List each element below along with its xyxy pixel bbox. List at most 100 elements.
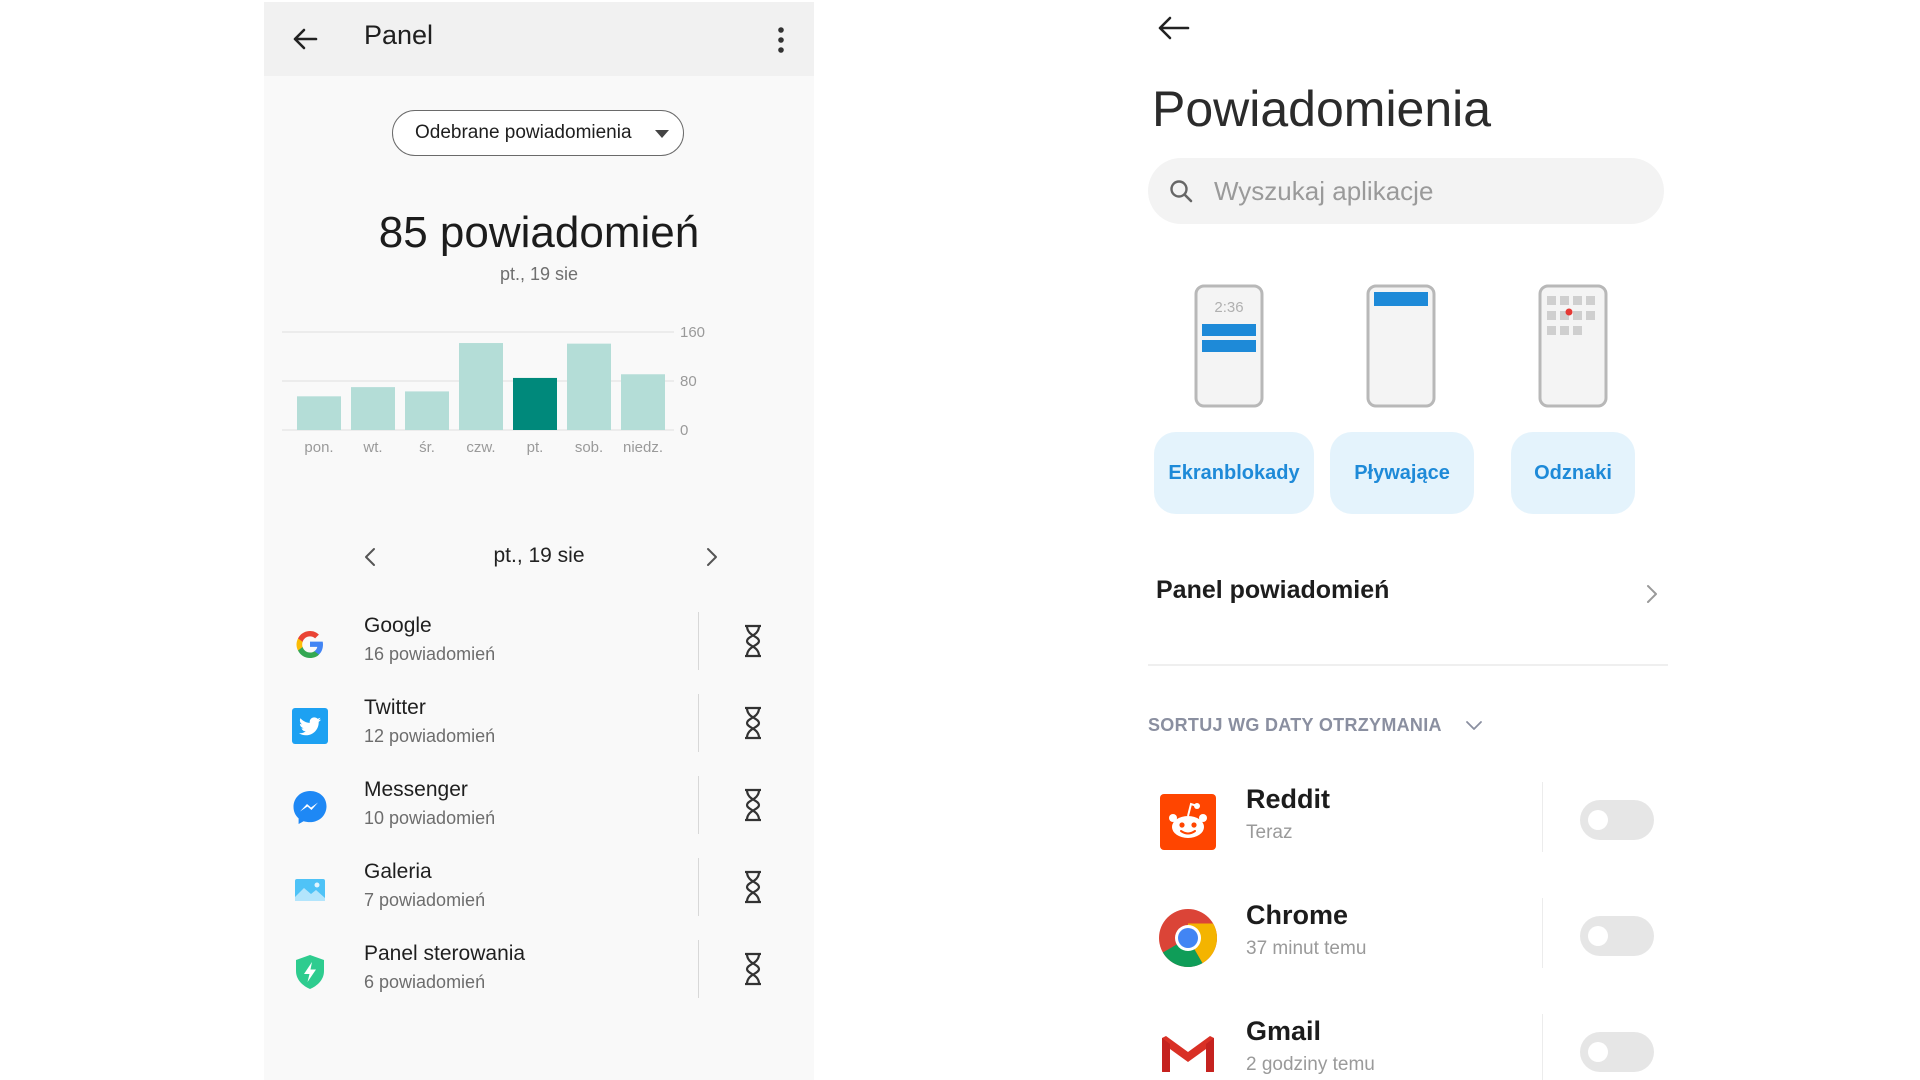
badges-preview-icon[interactable] xyxy=(1538,284,1608,408)
app-notification-count: 7 powiadomień xyxy=(364,890,486,910)
row-divider xyxy=(698,694,699,752)
app-last-notification-time: Teraz xyxy=(1246,822,1293,843)
security-shield-icon xyxy=(296,955,324,989)
app-name: Gmail xyxy=(1246,1016,1322,1046)
chart-x-tick-label: pt. xyxy=(527,439,544,456)
app-name: Chrome xyxy=(1246,900,1349,930)
app-row-panel-sterowania[interactable]: Panel sterowania 6 powiadomień xyxy=(264,924,814,1024)
caret-down-icon xyxy=(655,130,669,138)
app-notification-count: 6 powiadomień xyxy=(364,972,486,992)
hourglass-icon[interactable] xyxy=(740,868,766,906)
reddit-notifications-toggle[interactable] xyxy=(1580,800,1654,840)
row-divider xyxy=(1542,898,1543,968)
app-last-notification-time: 2 godziny temu xyxy=(1246,1054,1375,1075)
toggle-knob xyxy=(1588,810,1608,830)
app-row-chrome[interactable]: Chrome 37 minut temu xyxy=(1148,888,1668,988)
weekly-notifications-chart: 160 80 0 pon. wt. śr. czw. pt. sob. niedz. xyxy=(282,324,705,456)
chart-x-tick-label: wt. xyxy=(362,439,382,456)
page-title: Panel xyxy=(364,20,434,50)
summary-date: pt., 19 sie xyxy=(499,264,579,284)
more-options-icon[interactable] xyxy=(766,20,796,60)
page-title: Powiadomienia xyxy=(1152,81,1492,137)
previous-day-chevron-icon[interactable] xyxy=(356,542,386,572)
app-name: Reddit xyxy=(1246,784,1330,814)
hourglass-icon[interactable] xyxy=(740,704,766,742)
back-arrow-icon[interactable] xyxy=(1152,8,1196,48)
chevron-right-icon xyxy=(1647,585,1657,603)
hourglass-icon[interactable] xyxy=(740,786,766,824)
notifications-settings-screen: Powiadomienia 2:36 xyxy=(1130,0,1690,1080)
app-row-reddit[interactable]: Reddit Teraz xyxy=(1148,772,1668,872)
selected-day-label: pt., 19 sie xyxy=(493,544,585,567)
chart-bar-1[interactable] xyxy=(351,387,395,430)
hourglass-icon[interactable] xyxy=(740,622,766,660)
reddit-icon xyxy=(1160,794,1216,850)
dropdown-selected-value: Odebrane powiadomienia xyxy=(415,122,632,143)
app-name: Twitter xyxy=(364,696,426,719)
lock-screen-style-label-line: blokady xyxy=(1224,462,1300,484)
search-icon xyxy=(1170,180,1193,203)
chart-x-tick-label: śr. xyxy=(419,439,435,456)
floating-style-button[interactable]: Pływające xyxy=(1330,432,1474,514)
back-arrow-icon[interactable] xyxy=(286,20,324,58)
chart-y-tick-label: 0 xyxy=(680,422,688,439)
floating-preview-icon[interactable] xyxy=(1366,284,1436,408)
lock-screen-preview-time: 2:36 xyxy=(1214,299,1243,316)
chart-y-tick-label: 160 xyxy=(680,324,705,341)
app-row-gmail[interactable]: Gmail 2 godziny temu xyxy=(1148,1004,1668,1080)
row-divider xyxy=(1542,1014,1543,1080)
lock-screen-style-label-line: Ekran xyxy=(1168,462,1224,484)
chart-x-tick-label: sob. xyxy=(575,439,603,456)
chart-x-tick-label: niedz. xyxy=(623,439,663,456)
sort-label: SORTUJ WG DATY OTRZYMANIA xyxy=(1148,715,1442,735)
chevron-down-icon xyxy=(1466,721,1482,730)
chart-y-tick-label: 80 xyxy=(680,373,697,390)
sort-selector[interactable]: SORTUJ WG DATY OTRZYMANIA xyxy=(1148,712,1548,742)
notification-type-dropdown[interactable]: Odebrane powiadomienia xyxy=(392,110,684,156)
hourglass-icon[interactable] xyxy=(740,950,766,988)
chart-x-tick-label: czw. xyxy=(466,439,495,456)
google-icon xyxy=(296,631,323,658)
row-divider xyxy=(698,940,699,998)
chart-bar-4[interactable] xyxy=(513,377,557,430)
row-divider xyxy=(1542,782,1543,852)
app-bar: Panel xyxy=(264,2,814,76)
app-notification-count: 12 powiadomień xyxy=(364,726,496,746)
search-input[interactable] xyxy=(1214,173,1634,209)
badges-style-button[interactable]: Odznaki xyxy=(1511,432,1635,514)
row-divider xyxy=(698,776,699,834)
app-notification-count: 10 powiadomień xyxy=(364,808,496,828)
notification-panel-row[interactable]: Panel powiadomień xyxy=(1148,560,1668,630)
gmail-notifications-toggle[interactable] xyxy=(1580,1032,1654,1072)
app-last-notification-time: 37 minut temu xyxy=(1246,938,1367,959)
app-name: Messenger xyxy=(364,778,468,801)
screenshot-stage: Panel Odebrane powiadomienia 85 powiadom… xyxy=(0,0,1920,1080)
chart-bar-3[interactable] xyxy=(459,343,503,430)
section-divider xyxy=(1148,664,1668,666)
row-divider xyxy=(698,612,699,670)
gallery-icon xyxy=(295,879,325,901)
gmail-icon xyxy=(1162,1036,1214,1074)
row-divider xyxy=(698,858,699,916)
app-name: Galeria xyxy=(364,860,432,883)
toggle-knob xyxy=(1588,926,1608,946)
app-name: Google xyxy=(364,614,432,637)
lock-screen-style-button[interactable]: Ekran blokady xyxy=(1154,432,1314,514)
app-notification-count: 16 powiadomień xyxy=(364,644,496,664)
chrome-icon xyxy=(1159,909,1217,967)
lock-screen-preview-icon[interactable]: 2:36 xyxy=(1194,284,1264,408)
next-day-chevron-icon[interactable] xyxy=(696,542,726,572)
chart-bar-2[interactable] xyxy=(405,391,449,430)
app-name: Panel sterowania xyxy=(364,942,526,965)
chart-bar-0[interactable] xyxy=(297,396,341,430)
chart-x-tick-label: pon. xyxy=(304,439,333,456)
chart-bar-5[interactable] xyxy=(567,343,611,430)
twitter-icon xyxy=(292,708,328,744)
notification-dashboard-screen: Panel Odebrane powiadomienia 85 powiadom… xyxy=(264,2,814,1080)
total-notifications-count: 85 powiadomień xyxy=(378,208,700,257)
toggle-knob xyxy=(1588,1042,1608,1062)
notification-panel-label: Panel powiadomień xyxy=(1156,576,1390,604)
search-bar[interactable] xyxy=(1148,158,1664,224)
chart-bar-6[interactable] xyxy=(621,374,665,430)
chrome-notifications-toggle[interactable] xyxy=(1580,916,1654,956)
